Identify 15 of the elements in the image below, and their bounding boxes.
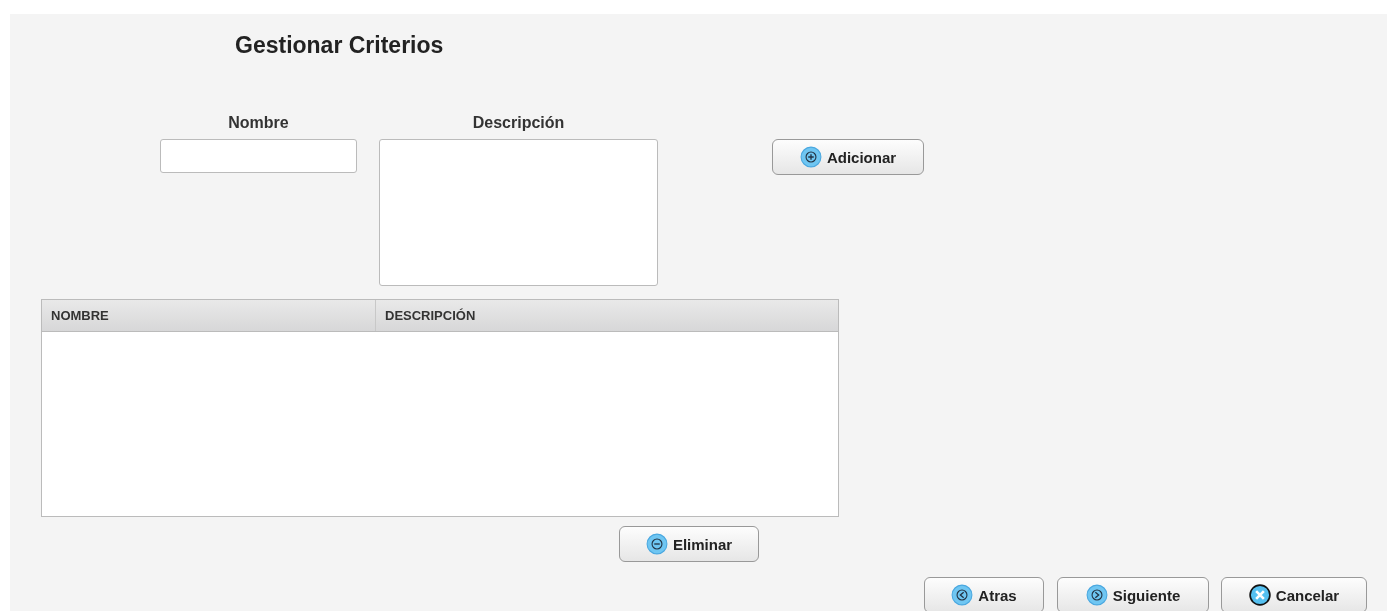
page-title: Gestionar Criterios <box>235 32 445 60</box>
input-field[interactable] <box>160 139 357 173</box>
column-header[interactable]: DESCRIPCIÓN <box>376 300 838 331</box>
column-header[interactable]: NOMBRE <box>42 300 376 331</box>
textarea-field[interactable] <box>379 139 658 286</box>
back-button[interactable]: Atras <box>924 577 1044 611</box>
close-icon <box>1248 584 1271 606</box>
field-label: Nombre <box>228 114 289 133</box>
cancel-button[interactable]: Cancelar <box>1221 577 1367 611</box>
add-button[interactable]: Adicionar <box>772 139 924 175</box>
delete-button[interactable]: Eliminar <box>619 526 759 562</box>
minus-circle-icon <box>645 533 668 555</box>
plus-circle-icon <box>799 146 822 168</box>
next-button[interactable]: Siguiente <box>1057 577 1209 611</box>
field-label: Descripción <box>472 114 565 133</box>
